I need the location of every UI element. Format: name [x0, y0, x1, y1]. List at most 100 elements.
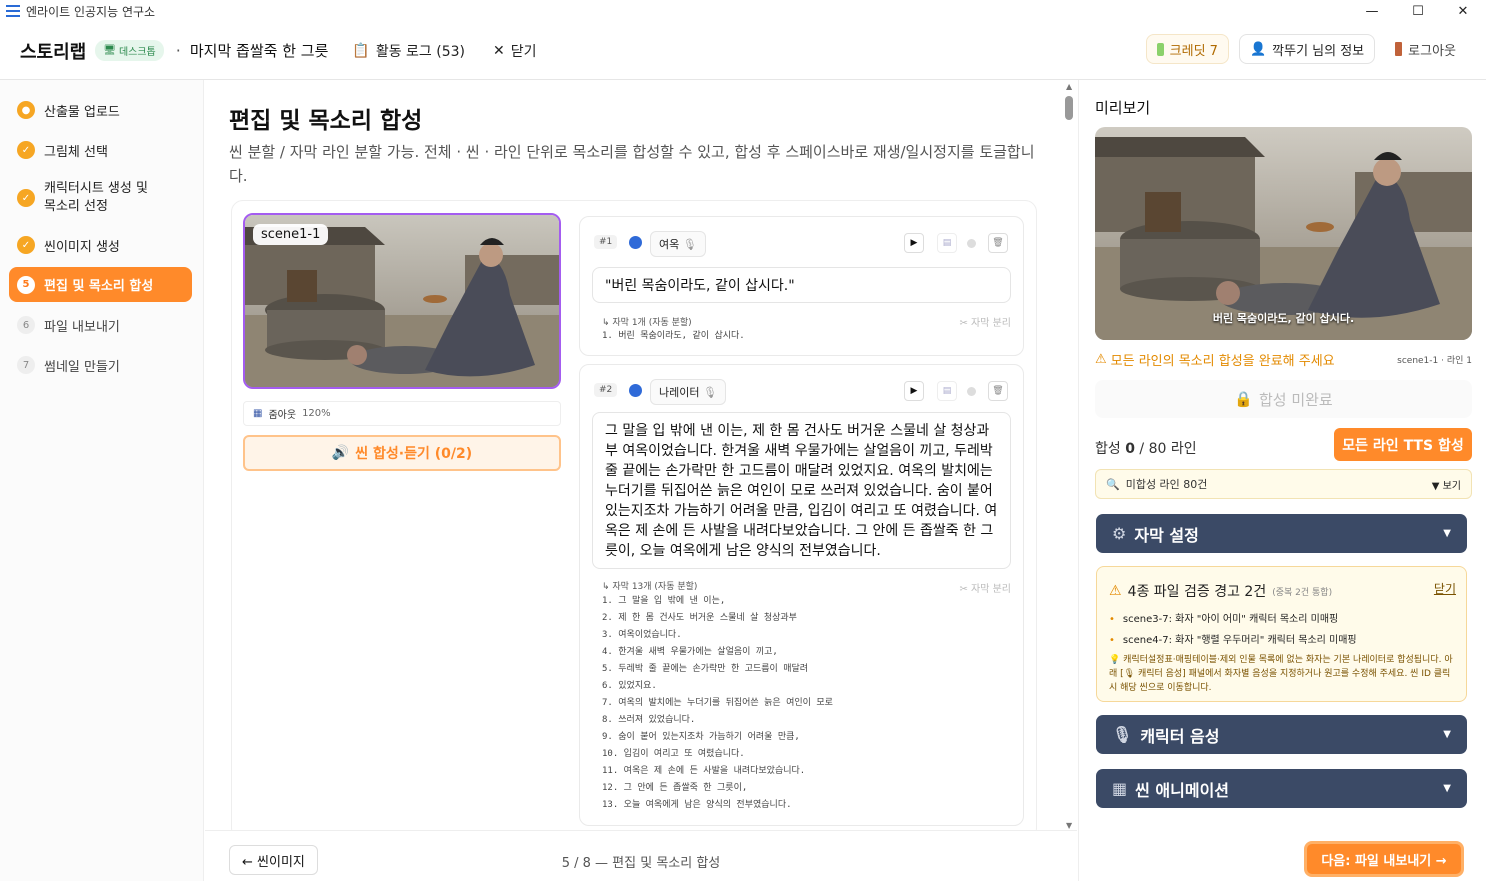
synth-count-value: 0: [1125, 441, 1135, 457]
scene-thumbnail[interactable]: scene1-1: [243, 213, 561, 389]
line-text-input[interactable]: "버린 목숨이라도, 같이 삽시다.": [592, 267, 1011, 303]
sidebar-item-edit-voice[interactable]: 5 편집 및 목소리 합성: [9, 267, 192, 302]
split-label: 자막 분리: [971, 584, 1011, 595]
sidebar-item-upload[interactable]: ● 산출물 업로드: [9, 97, 192, 123]
zoom-value: 120%: [302, 408, 331, 419]
credit-label: 크레딧 7: [1169, 43, 1218, 59]
sidebar-item-thumbnail[interactable]: 7 썸네일 만들기: [9, 352, 192, 378]
subtitle-split-button[interactable]: ✂ 자막 분리: [959, 314, 1011, 329]
zoom-out-control[interactable]: ▦ 줌아웃 120%: [243, 401, 561, 426]
scene-synth-listen-button[interactable]: 🔊 씬 합성·듣기 (0/2): [243, 435, 561, 471]
line-card-2: #2 나레이터 🎙 ▶ ▤ 🗑 그 말을 입 밖에 낸 이는, 제 한 몸 건사…: [579, 364, 1024, 826]
sidebar-item-character-sheet[interactable]: ✓ 캐릭터시트 생성 및 목소리 선정: [9, 178, 192, 218]
unsynthesized-lines-bar[interactable]: 🔍 미합성 라인 80건 ▼ 보기: [1095, 469, 1472, 499]
user-info-label: 깍뚜기 님의 정보: [1272, 43, 1365, 59]
synthesis-incomplete-button[interactable]: 🔒 합성 미완료: [1095, 380, 1472, 418]
page-description: 씬 분할 / 자막 라인 분할 가능. 전체 · 씬 · 라인 단위로 목소리를…: [229, 143, 1035, 185]
step-marker: ●: [17, 101, 35, 119]
close-icon: ✕: [492, 42, 505, 59]
speaker-select[interactable]: 나레이터 🎙: [650, 379, 726, 405]
synthesis-warning: ⚠ 모든 라인의 목소리 합성을 완료해 주세요 scene1-1 · 라인 1: [1095, 350, 1472, 369]
character-voice-accordion[interactable]: 🎙 캐릭터 음성 ▼: [1096, 715, 1467, 754]
preview-panel: 미리보기 버린 목숨이라도, 같이 삽시다. ⚠ 모든 라인의 목소리 합성을 완…: [1078, 80, 1486, 881]
subtitle-lines: 1. 버린 목숨이라도, 같이 삽시다.: [602, 331, 745, 341]
voice-dot-icon: [629, 236, 642, 249]
line-number: #2: [594, 383, 618, 397]
brand-name[interactable]: 스토리랩: [20, 38, 86, 64]
scroll-down-icon[interactable]: ▼: [1066, 821, 1072, 830]
accordion-label: 씬 애니메이션: [1135, 780, 1230, 800]
all-lines-tts-button[interactable]: 모든 라인 TTS 합성: [1334, 428, 1472, 461]
battery-icon: [1156, 42, 1164, 56]
page-title: 편집 및 목소리 합성: [229, 108, 423, 134]
download-icon[interactable]: ▤: [937, 233, 957, 253]
sidebar-item-label: 편집 및 목소리 합성: [44, 279, 154, 294]
film-icon: ▦: [253, 408, 263, 419]
logout-button[interactable]: 로그아웃: [1385, 34, 1466, 64]
status-dot: [967, 387, 976, 396]
speaker-name: 나레이터: [659, 386, 700, 399]
speaker-icon: 🔊: [331, 445, 350, 461]
line-text-input[interactable]: 그 말을 입 밖에 낸 이는, 제 한 몸 건사도 버거운 스물네 살 청상과부…: [592, 412, 1011, 569]
chevron-down-icon: ▼: [1443, 528, 1451, 539]
preview-illustration: [1095, 127, 1472, 340]
zoom-label: 줌아웃: [268, 410, 297, 421]
next-button[interactable]: 다음: 파일 내보내기 →: [1304, 841, 1464, 877]
scroll-thumb[interactable]: [1065, 96, 1073, 120]
file-warn-close-link[interactable]: 닫기: [1434, 580, 1456, 597]
incomplete-label: 합성 미완료: [1258, 390, 1333, 409]
window-close-button[interactable]: ✕: [1440, 0, 1486, 22]
list-item[interactable]: scene3-7: 화자 "아이 어미" 캐릭터 목소리 미매핑: [1109, 609, 1357, 630]
line-card-1: #1 여옥 🎙 ▶ ▤ 🗑 "버린 목숨이라도, 같이 삽시다." ↳ 자막 1…: [579, 216, 1024, 356]
sidebar-item-label: 그림체 선택: [44, 144, 108, 160]
sidebar-item-export[interactable]: 6 파일 내보내기: [9, 312, 192, 338]
door-icon: [1395, 42, 1403, 56]
user-info-button[interactable]: 👤 깍뚜기 님의 정보: [1238, 34, 1376, 64]
lock-icon: 🔒: [1234, 390, 1253, 408]
delete-icon[interactable]: 🗑: [988, 233, 1008, 253]
scissors-icon: ✂: [959, 584, 968, 595]
sidebar-item-label: 파일 내보내기: [44, 319, 120, 335]
scissors-icon: ✂: [959, 318, 968, 329]
list-item[interactable]: scene4-7: 화자 "행렬 우두머리" 캐릭터 목소리 미매핑: [1109, 630, 1357, 651]
status-dot: [967, 239, 976, 248]
play-button[interactable]: ▶: [904, 381, 924, 401]
chevron-down-icon: ▼: [1443, 783, 1451, 794]
minimize-button[interactable]: —: [1349, 0, 1395, 22]
check-icon: ✓: [17, 141, 35, 159]
gear-icon: ⚙: [1112, 524, 1127, 543]
film-icon: ▦: [1112, 779, 1128, 798]
download-icon[interactable]: ▤: [937, 381, 957, 401]
preview-caption: 버린 목숨이라도, 같이 삽시다.: [1212, 312, 1355, 325]
sidebar-item-style[interactable]: ✓ 그림체 선택: [9, 137, 192, 163]
scene-label: scene1-1: [253, 224, 329, 245]
scroll-up-icon[interactable]: ▲: [1066, 82, 1072, 91]
sidebar-item-label: 캐릭터시트 생성 및 목소리 선정: [44, 181, 148, 214]
preview-meta: scene1-1 · 라인 1: [1397, 356, 1472, 366]
maximize-button[interactable]: ☐: [1395, 0, 1441, 22]
separator: ·: [175, 41, 181, 60]
sidebar-item-scene-image[interactable]: ✓ 씬이미지 생성: [9, 232, 192, 258]
main-scrollbar[interactable]: ▲ ▼: [1062, 82, 1076, 830]
subtitle-count: ↳ 자막 13개 (자동 분할): [602, 582, 698, 592]
sidebar-item-label: 썸네일 만들기: [44, 359, 120, 375]
file-warn-small: (중복 2건 통합): [1272, 587, 1333, 598]
window-title: 엔라이트 인공지능 연구소: [26, 4, 156, 19]
activity-log-button[interactable]: 📋 활동 로그 (53): [352, 41, 465, 61]
monitor-icon: 🖥: [103, 45, 116, 56]
synth-prefix: 합성: [1095, 441, 1126, 457]
subtitle-split-button[interactable]: ✂ 자막 분리: [959, 580, 1011, 595]
file-warn-list: scene3-7: 화자 "아이 어미" 캐릭터 목소리 미매핑 scene4-…: [1109, 609, 1357, 651]
preview-image[interactable]: 버린 목숨이라도, 같이 삽시다.: [1095, 127, 1472, 340]
desktop-badge-label: 데스크톱: [118, 47, 156, 58]
subtitle-settings-accordion[interactable]: ⚙ 자막 설정 ▼: [1096, 514, 1467, 553]
scene-animation-accordion[interactable]: ▦ 씬 애니메이션 ▼: [1096, 769, 1467, 808]
warning-icon: ⚠: [1109, 583, 1122, 599]
line-number: #1: [594, 235, 618, 249]
play-button[interactable]: ▶: [904, 233, 924, 253]
credit-badge[interactable]: 크레딧 7: [1145, 34, 1229, 64]
delete-icon[interactable]: 🗑: [988, 381, 1008, 401]
close-project-button[interactable]: ✕ 닫기: [493, 41, 537, 61]
view-toggle[interactable]: ▼ 보기: [1432, 477, 1461, 492]
speaker-select[interactable]: 여옥 🎙: [650, 231, 706, 257]
